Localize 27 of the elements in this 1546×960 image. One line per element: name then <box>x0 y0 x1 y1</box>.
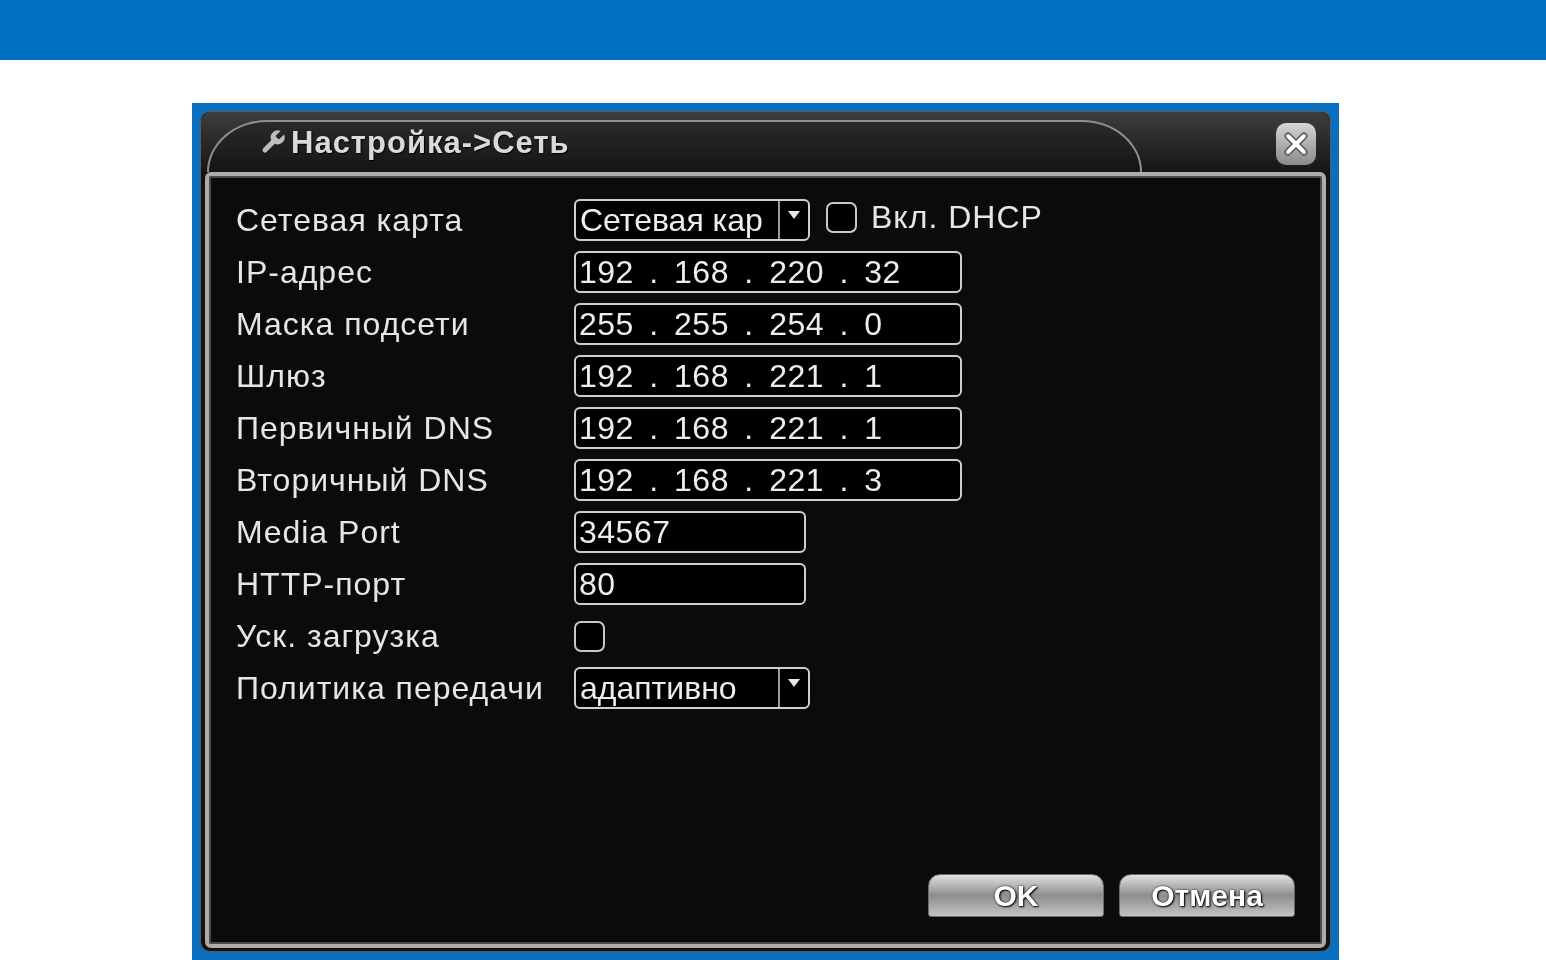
field-label: Вторичный DNS <box>236 464 490 496</box>
caret-icon <box>788 211 800 219</box>
number-field[interactable]: 80 <box>574 563 806 605</box>
option-label: Вкл. DHCP <box>871 201 1043 233</box>
close-button[interactable] <box>1276 123 1316 165</box>
field-label: Уск. загрузка <box>236 620 441 652</box>
ip-address-field[interactable]: 192 . 168 . 221 . 1 <box>574 355 962 397</box>
field-label: Media Port <box>236 516 402 548</box>
field-label: Политика передачи <box>236 672 545 704</box>
field-label: HTTP-порт <box>236 568 408 600</box>
ip-address-field[interactable]: 192 . 168 . 221 . 1 <box>574 407 962 449</box>
field-label: Шлюз <box>236 360 328 392</box>
field-label: Маска подсети <box>236 308 471 340</box>
field-label: Сетевая карта <box>236 204 465 236</box>
field-label: IP-адрес <box>236 256 374 288</box>
caret-icon <box>788 679 800 687</box>
number-field[interactable]: 34567 <box>574 511 806 553</box>
dropdown[interactable]: Сетевая кар <box>574 199 810 241</box>
checkbox[interactable] <box>826 201 857 233</box>
ip-address-field[interactable]: 192 . 168 . 220 . 32 <box>574 251 962 293</box>
field-label: Первичный DNS <box>236 412 496 444</box>
dropdown[interactable]: адаптивно <box>574 667 810 709</box>
ip-address-field[interactable]: 255 . 255 . 254 . 0 <box>574 303 962 345</box>
checkbox[interactable] <box>574 620 605 652</box>
ip-address-field[interactable]: 192 . 168 . 221 . 3 <box>574 459 962 501</box>
close-icon <box>1284 132 1308 156</box>
dialog-title: Настройка->Сеть <box>291 126 570 158</box>
